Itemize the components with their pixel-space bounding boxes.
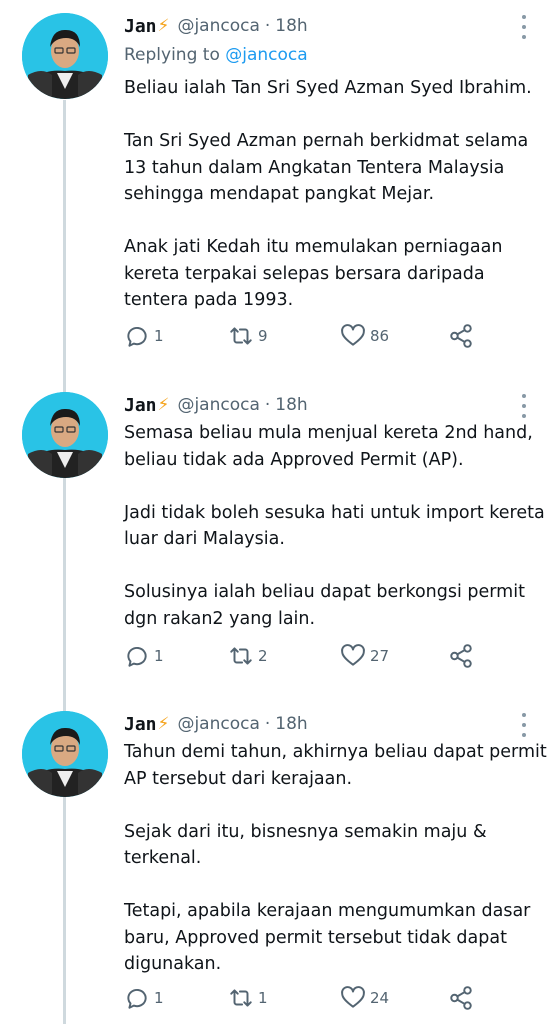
retweet-icon — [230, 327, 252, 345]
timestamp[interactable]: 18h — [275, 395, 307, 415]
reply-icon — [127, 989, 147, 1009]
timestamp[interactable]: 18h — [275, 16, 307, 36]
reply-count: 1 — [154, 647, 164, 665]
display-name[interactable]: Jan — [124, 16, 157, 37]
avatar[interactable] — [22, 711, 108, 797]
tweet-text: Beliau ialah Tan Sri Syed Azman Syed Ibr… — [124, 75, 544, 314]
share-icon — [450, 986, 472, 1010]
retweet-button[interactable]: 2 — [228, 643, 268, 669]
tweet-line: sehingga mendapat pangkat Mejar. — [124, 184, 435, 204]
display-name[interactable]: Jan — [124, 714, 157, 735]
user-handle[interactable]: @jancoca — [177, 395, 259, 415]
like-count: 27 — [370, 647, 390, 665]
separator: · — [264, 395, 271, 415]
display-name[interactable]: Jan — [124, 395, 157, 416]
tweet-line: Tetapi, apabila kerajaan mengumumkan das… — [124, 901, 531, 921]
retweet-count: 9 — [258, 327, 268, 345]
reply-button[interactable]: 1 — [124, 643, 164, 669]
heart-icon — [341, 324, 365, 346]
avatar[interactable] — [22, 392, 108, 478]
reply-count: 1 — [154, 327, 164, 345]
reply-button[interactable]: 1 — [124, 985, 164, 1011]
tweet-line: dgn rakan2 yang lain. — [124, 608, 316, 629]
tweet-header: Jan ⚡ @jancoca · 18h — [124, 711, 308, 737]
tweet-line: Tahun demi tahun, akhirnya beliau dapat … — [124, 742, 547, 762]
reply-icon — [127, 647, 147, 667]
replying-prefix: Replying to — [124, 45, 220, 65]
action-bar: 1 1 24 — [124, 985, 484, 1015]
heart-icon — [341, 644, 365, 666]
like-count: 86 — [370, 327, 390, 345]
tweet-line: beliau tidak ada Approved Permit (AP). — [124, 449, 464, 470]
tweet-line: AP tersebut dari kerajaan. — [124, 768, 353, 789]
retweet-count: 2 — [258, 647, 268, 665]
more-icon[interactable] — [514, 713, 534, 737]
tweet-line: Jadi tidak boleh sesuka hati untuk impor… — [124, 502, 545, 523]
retweet-button[interactable]: 9 — [228, 323, 268, 349]
share-button[interactable] — [448, 643, 474, 669]
tweet-line: 13 tahun dalam Angkatan Tentera Malaysia — [124, 157, 505, 178]
tweet-line: kereta terpakai selepas bersara daripada — [124, 263, 485, 284]
like-count: 24 — [370, 989, 390, 1007]
replying-handle-link[interactable]: @jancoca — [225, 45, 307, 65]
heart-icon — [341, 986, 365, 1008]
timestamp[interactable]: 18h — [275, 714, 307, 734]
tweet-line: Solusinya ialah beliau dapat berkongsi p… — [124, 582, 525, 602]
more-icon[interactable] — [514, 394, 534, 418]
tweet-line: Tan Sri Syed Azman pernah berkidmat sela… — [124, 131, 529, 151]
tweet-line: Anak jati Kedah itu memulakan perniagaan — [124, 237, 503, 257]
tweet-header: Jan ⚡ @jancoca · 18h — [124, 13, 308, 39]
like-button[interactable]: 86 — [340, 323, 389, 349]
retweet-count: 1 — [258, 989, 268, 1007]
like-button[interactable]: 27 — [340, 643, 389, 669]
tweet-line: tentera pada 1993. — [124, 290, 294, 310]
lightning-emoji: ⚡ — [157, 16, 170, 36]
more-icon[interactable] — [514, 15, 534, 39]
like-button[interactable]: 24 — [340, 985, 389, 1011]
share-button[interactable] — [448, 985, 474, 1011]
replying-to: Replying to @jancoca — [124, 45, 308, 65]
share-button[interactable] — [448, 323, 474, 349]
action-bar: 1 9 86 — [124, 323, 484, 353]
tweet-line: Beliau ialah Tan Sri Syed Azman Syed Ibr… — [124, 78, 532, 98]
separator: · — [264, 714, 271, 734]
user-handle[interactable]: @jancoca — [177, 16, 259, 36]
tweet-line: baru, Approved permit tersebut tidak dap… — [124, 927, 507, 948]
lightning-emoji: ⚡ — [157, 395, 170, 415]
thread-line — [63, 100, 66, 1024]
tweet-text: Semasa beliau mula menjual kereta 2nd ha… — [124, 420, 545, 632]
avatar[interactable] — [22, 13, 108, 99]
tweet-line: terkenal. — [124, 848, 202, 868]
reply-icon — [127, 327, 147, 347]
separator: · — [264, 16, 271, 36]
tweet-header: Jan ⚡ @jancoca · 18h — [124, 392, 308, 418]
retweet-icon — [230, 647, 252, 665]
retweet-icon — [230, 989, 252, 1007]
reply-count: 1 — [154, 989, 164, 1007]
share-icon — [450, 324, 472, 348]
tweet-line: luar dari Malaysia. — [124, 529, 285, 549]
tweet-line: digunakan. — [124, 954, 222, 974]
retweet-button[interactable]: 1 — [228, 985, 268, 1011]
tweet-line: Sejak dari itu, bisnesnya semakin maju & — [124, 821, 487, 842]
tweet-line: Semasa beliau mula menjual kereta 2nd ha… — [124, 423, 533, 443]
reply-button[interactable]: 1 — [124, 323, 164, 349]
tweet-text: Tahun demi tahun, akhirnya beliau dapat … — [124, 739, 547, 978]
action-bar: 1 2 27 — [124, 643, 484, 673]
user-handle[interactable]: @jancoca — [177, 714, 259, 734]
lightning-emoji: ⚡ — [157, 714, 170, 734]
share-icon — [450, 644, 472, 668]
